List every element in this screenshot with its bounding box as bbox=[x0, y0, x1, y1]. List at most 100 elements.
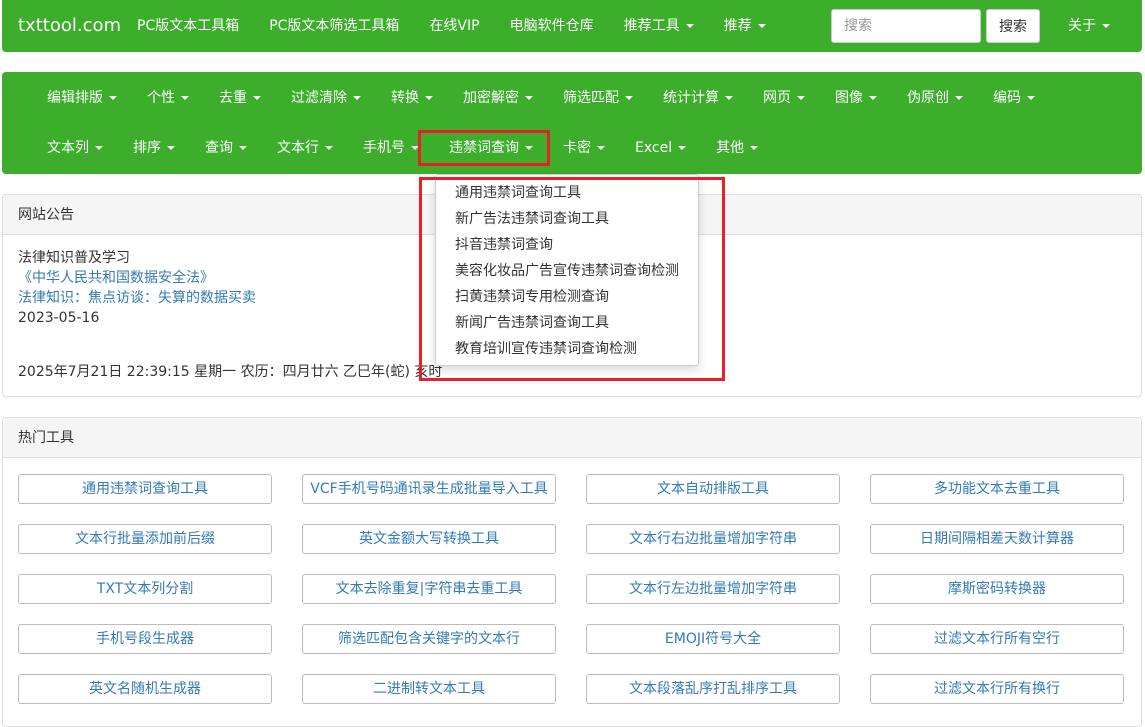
search-input[interactable] bbox=[831, 9, 981, 43]
category-row2-7[interactable]: Excel bbox=[620, 123, 701, 173]
hot-tool-button[interactable]: 文本去除重复|字符串去重工具 bbox=[302, 574, 556, 604]
category-label: 查询 bbox=[205, 140, 233, 156]
hot-tool-button[interactable]: EMOJI符号大全 bbox=[586, 624, 840, 654]
category-label: 手机号 bbox=[363, 140, 405, 156]
category-label: 文本行 bbox=[277, 140, 319, 156]
category-label: 过滤清除 bbox=[291, 90, 347, 106]
nav-pc-toolbox[interactable]: PC版文本工具箱 bbox=[122, 0, 254, 52]
caret-down-icon bbox=[869, 96, 877, 100]
hot-tool-button[interactable]: 过滤文本行所有空行 bbox=[870, 624, 1124, 654]
category-row1-9[interactable]: 图像 bbox=[820, 72, 892, 124]
highlight-box-dropdown bbox=[419, 177, 725, 381]
category-row1-8[interactable]: 网页 bbox=[748, 72, 820, 124]
brand-logo[interactable]: txttool.com bbox=[18, 15, 121, 36]
caret-down-icon bbox=[685, 24, 694, 28]
category-row-2: 文本列 排序 查询 文本行 手机号 违禁词查询 卡密 Excel 其他 bbox=[32, 123, 773, 173]
caret-down-icon bbox=[797, 96, 805, 100]
hot-tool-button[interactable]: 筛选匹配包含关键字的文本行 bbox=[302, 624, 556, 654]
category-row1-4[interactable]: 转换 bbox=[376, 72, 448, 124]
caret-down-icon bbox=[167, 146, 175, 150]
nav-pc-filter-toolbox[interactable]: PC版文本筛选工具箱 bbox=[254, 0, 414, 52]
hot-tools-panel: 热门工具 通用违禁词查询工具 VCF手机号码通讯录生成批量导入工具 文本自动排版工具… bbox=[2, 417, 1142, 727]
hot-tool-button[interactable]: 多功能文本去重工具 bbox=[870, 474, 1124, 504]
hot-tool-button[interactable]: 英文名随机生成器 bbox=[18, 674, 272, 704]
top-navbar: txttool.com PC版文本工具箱 PC版文本筛选工具箱 在线VIP 电脑… bbox=[2, 0, 1142, 52]
category-label: 图像 bbox=[835, 90, 863, 106]
category-row2-6[interactable]: 卡密 bbox=[548, 123, 620, 173]
category-panel: 编辑排版 个性 去重 过滤清除 转换 加密解密 筛选匹配 统计计算 网页 图像 伪原创 编码 文本列 排… bbox=[2, 72, 1142, 174]
hot-tool-button[interactable]: 摩斯密码转换器 bbox=[870, 574, 1124, 604]
nav-recommended-tools[interactable]: 推荐工具 bbox=[609, 0, 709, 52]
nav-about[interactable]: 关于 bbox=[1068, 0, 1110, 52]
search-button[interactable]: 搜索 bbox=[986, 9, 1040, 43]
nav-software-repo[interactable]: 电脑软件仓库 bbox=[495, 0, 609, 52]
category-row1-10[interactable]: 伪原创 bbox=[892, 72, 978, 124]
caret-down-icon bbox=[239, 146, 247, 150]
caret-down-icon bbox=[325, 146, 333, 150]
caret-down-icon bbox=[253, 96, 261, 100]
caret-down-icon bbox=[353, 96, 361, 100]
hot-tool-button[interactable]: 通用违禁词查询工具 bbox=[18, 474, 272, 504]
hot-tool-button[interactable]: 日期间隔相差天数计算器 bbox=[870, 524, 1124, 554]
category-row2-2[interactable]: 查询 bbox=[190, 123, 262, 173]
nav-recommended[interactable]: 推荐 bbox=[709, 0, 781, 52]
category-label: 转换 bbox=[391, 90, 419, 106]
caret-down-icon bbox=[757, 24, 766, 28]
caret-down-icon bbox=[95, 146, 103, 150]
hot-tool-button[interactable]: 文本行左边批量增加字符串 bbox=[586, 574, 840, 604]
category-row1-1[interactable]: 个性 bbox=[132, 72, 204, 124]
category-label: Excel bbox=[635, 140, 673, 156]
caret-down-icon bbox=[109, 96, 117, 100]
hot-tool-button[interactable]: 过滤文本行所有换行 bbox=[870, 674, 1124, 704]
hot-tool-button[interactable]: VCF手机号码通讯录生成批量导入工具 bbox=[302, 474, 556, 504]
highlight-box-nav bbox=[418, 130, 550, 166]
category-label: 加密解密 bbox=[463, 90, 519, 106]
category-row1-2[interactable]: 去重 bbox=[204, 72, 276, 124]
category-label: 文本列 bbox=[47, 140, 89, 156]
nav-online-vip[interactable]: 在线VIP bbox=[414, 0, 494, 52]
category-row2-0[interactable]: 文本列 bbox=[32, 123, 118, 173]
current-datetime: 2025年7月21日 22:39:15 星期一 农历：四月廿六 乙巳年(蛇) 亥… bbox=[18, 364, 443, 380]
caret-down-icon bbox=[725, 96, 733, 100]
hot-tool-button[interactable]: 文本行批量添加前后缀 bbox=[18, 524, 272, 554]
category-label: 卡密 bbox=[563, 140, 591, 156]
category-label: 排序 bbox=[133, 140, 161, 156]
caret-down-icon bbox=[597, 146, 605, 150]
hot-tool-button[interactable]: 文本行右边批量增加字符串 bbox=[586, 524, 840, 554]
category-label: 伪原创 bbox=[907, 90, 949, 106]
category-row2-3[interactable]: 文本行 bbox=[262, 123, 348, 173]
category-row1-6[interactable]: 筛选匹配 bbox=[548, 72, 648, 124]
hot-tools-title: 热门工具 bbox=[3, 418, 1141, 458]
caret-down-icon bbox=[525, 96, 533, 100]
caret-down-icon bbox=[425, 96, 433, 100]
hot-tool-button[interactable]: 二进制转文本工具 bbox=[302, 674, 556, 704]
hot-tool-button[interactable]: 英文金额大写转换工具 bbox=[302, 524, 556, 554]
caret-down-icon bbox=[625, 96, 633, 100]
caret-down-icon bbox=[750, 146, 759, 150]
hot-tool-button[interactable]: 文本自动排版工具 bbox=[586, 474, 840, 504]
category-label: 个性 bbox=[147, 90, 175, 106]
category-row1-5[interactable]: 加密解密 bbox=[448, 72, 548, 124]
category-label: 统计计算 bbox=[663, 90, 719, 106]
caret-down-icon bbox=[1102, 24, 1110, 28]
category-label: 编码 bbox=[993, 90, 1021, 106]
top-nav: PC版文本工具箱 PC版文本筛选工具箱 在线VIP 电脑软件仓库 推荐工具 推荐 bbox=[122, 0, 781, 52]
caret-down-icon bbox=[1027, 96, 1035, 100]
category-row1-0[interactable]: 编辑排版 bbox=[32, 72, 132, 124]
category-row1-3[interactable]: 过滤清除 bbox=[276, 72, 376, 124]
hot-tool-button[interactable]: TXT文本列分割 bbox=[18, 574, 272, 604]
caret-down-icon bbox=[678, 146, 687, 150]
category-row2-1[interactable]: 排序 bbox=[118, 123, 190, 173]
category-label: 其他 bbox=[716, 140, 745, 156]
category-row1-7[interactable]: 统计计算 bbox=[648, 72, 748, 124]
hot-tool-button[interactable]: 文本段落乱序打乱排序工具 bbox=[586, 674, 840, 704]
hot-tool-button[interactable]: 手机号段生成器 bbox=[18, 624, 272, 654]
category-label: 网页 bbox=[763, 90, 791, 106]
category-label: 编辑排版 bbox=[47, 90, 103, 106]
category-label: 去重 bbox=[219, 90, 247, 106]
category-row2-8[interactable]: 其他 bbox=[701, 123, 773, 173]
caret-down-icon bbox=[181, 96, 189, 100]
category-row1-11[interactable]: 编码 bbox=[978, 72, 1050, 124]
category-row-1: 编辑排版 个性 去重 过滤清除 转换 加密解密 筛选匹配 统计计算 网页 图像 伪原创 编码 bbox=[32, 72, 1050, 124]
caret-down-icon bbox=[955, 96, 963, 100]
